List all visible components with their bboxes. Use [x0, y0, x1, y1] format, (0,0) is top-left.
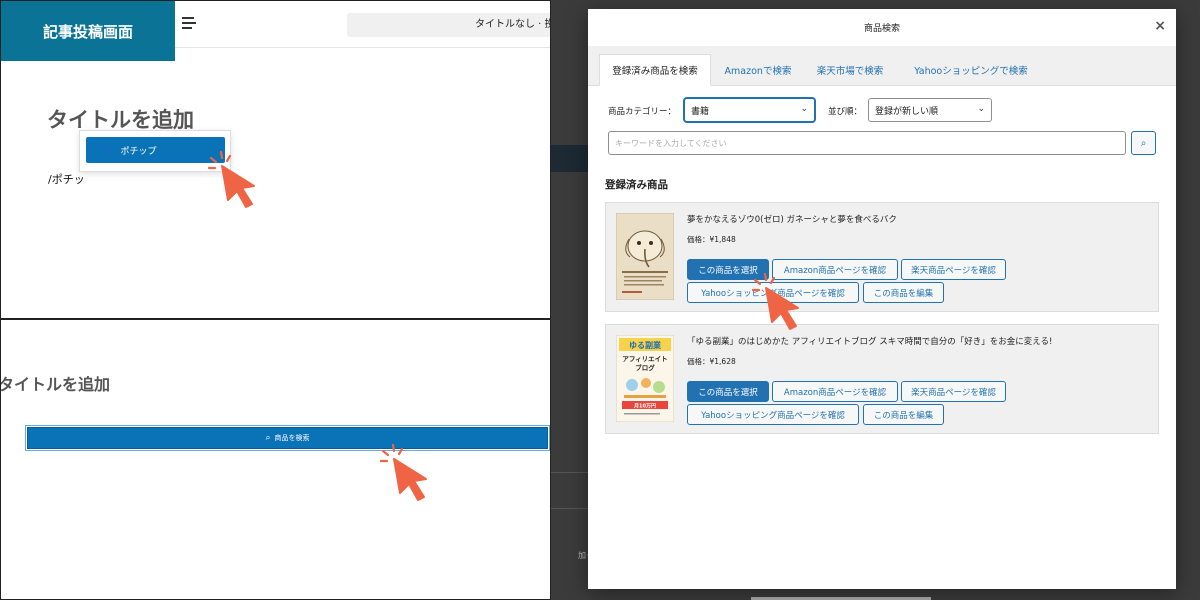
category-value: 書籍 — [691, 106, 710, 117]
close-icon[interactable]: × — [1154, 19, 1166, 33]
sort-label: 並び順： — [828, 107, 863, 117]
inserter-item-pochipp[interactable]: 🐾 ポチップ — [86, 137, 225, 163]
list-view-icon[interactable] — [182, 17, 198, 32]
hand-pointer-click-icon — [208, 150, 255, 208]
inserter-item-label: ポチップ — [120, 146, 157, 157]
cover-title-line1: ゆる副業 — [629, 340, 662, 350]
tab-amazon-search[interactable]: Amazonで検索 — [715, 54, 801, 86]
rakuten-page-button[interactable]: 楽天商品ページを確認 — [901, 381, 1006, 402]
cover-title-line2: アフィリエイト — [622, 355, 667, 363]
sort-select[interactable]: 登録が新しい順 ⌄ — [868, 98, 992, 122]
keyword-search-input[interactable] — [608, 131, 1126, 155]
chevron-down-icon: ⌄ — [800, 104, 808, 114]
tab-registered-search[interactable]: 登録済み商品を検索 — [599, 54, 711, 86]
document-bar[interactable]: タイトルなし · 投稿 — [347, 13, 550, 37]
editor-panel-search-block: タイトルを追加 ⌕ 商品を検索 — [0, 319, 551, 600]
hand-pointer-click-icon — [380, 443, 427, 501]
product-card: 夢をかなえるゾウ0(ゼロ) ガネーシャと夢を食べるバク 価格：¥1,848 この… — [605, 202, 1159, 312]
paw-icon: 🐾 — [99, 144, 112, 156]
search-products-button[interactable]: ⌕ 商品を検索 — [25, 425, 550, 451]
book-cover-image: ゆる副業 アフィリエイト ブログ 月10万円 — [616, 335, 674, 422]
header-divider — [175, 47, 550, 48]
modal-header: 商品検索 × — [588, 9, 1176, 46]
slash-command-text[interactable]: /ポチッ — [48, 171, 85, 187]
product-price: 価格：¥1,628 — [687, 357, 736, 366]
tab-yahoo-search[interactable]: Yahooショッピングで検索 — [901, 54, 1041, 86]
product-price: 価格：¥1,848 — [687, 235, 736, 244]
section-title: 登録済み商品 — [605, 179, 668, 191]
editor-panel-inserter: 記事投稿画面 タイトルなし · 投稿 タイトルを追加 🐾 ポチップ /ポチッ — [0, 0, 551, 319]
select-product-button[interactable]: この商品を選択 — [687, 381, 769, 402]
search-icon: ⌕ — [1140, 137, 1147, 149]
hand-pointer-click-icon — [752, 272, 799, 330]
category-select[interactable]: 書籍 ⌄ — [684, 98, 815, 122]
search-products-label: 商品を検索 — [274, 434, 310, 442]
modal-overlay: 加ってく 商品検索 × 登録済み商品を検索 Amazonで検索 楽天市場で検索 … — [551, 0, 1200, 600]
tab-bar: 登録済み商品を検索 Amazonで検索 楽天市場で検索 Yahooショッピングで… — [588, 46, 1176, 86]
edit-product-button[interactable]: この商品を編集 — [863, 404, 944, 425]
category-label: 商品カテゴリー： — [608, 107, 677, 117]
yahoo-page-button[interactable]: Yahooショッピング商品ページを確認 — [687, 404, 859, 425]
chevron-down-icon: ⌄ — [977, 104, 985, 114]
product-name: 夢をかなえるゾウ0(ゼロ) ガネーシャと夢を食べるバク — [687, 215, 897, 225]
tab-rakuten-search[interactable]: 楽天市場で検索 — [806, 54, 894, 86]
background-bar — [551, 145, 591, 172]
edit-product-button[interactable]: この商品を編集 — [863, 282, 944, 303]
background-divider — [551, 472, 591, 473]
title-placeholder[interactable]: タイトルを追加 — [1, 371, 110, 395]
product-card: ゆる副業 アフィリエイト ブログ 月10万円 「ゆる副業」のはじめかた アフィリ… — [605, 324, 1159, 434]
rakuten-page-button[interactable]: 楽天商品ページを確認 — [901, 259, 1006, 280]
modal-title: 商品検索 — [863, 24, 900, 34]
cover-badge: 月10万円 — [633, 403, 656, 410]
amazon-page-button[interactable]: Amazon商品ページを確認 — [772, 381, 898, 402]
search-icon: ⌕ — [265, 433, 271, 443]
book-cover-image — [616, 213, 674, 300]
panel-tag: 記事投稿画面 — [1, 1, 175, 61]
background-divider — [551, 508, 591, 509]
cover-title-line3: ブログ — [635, 363, 655, 372]
product-name: 「ゆる副業」のはじめかた アフィリエイトブログ スキマ時間で自分の「好き」をお金… — [687, 337, 1053, 347]
sort-value: 登録が新しい順 — [875, 106, 939, 117]
product-search-modal: 商品検索 × 登録済み商品を検索 Amazonで検索 楽天市場で検索 Yahoo… — [588, 9, 1176, 589]
composite-screenshot: 記事投稿画面 タイトルなし · 投稿 タイトルを追加 🐾 ポチップ /ポチッ タ… — [0, 0, 1200, 600]
keyword-search-button[interactable]: ⌕ — [1131, 131, 1156, 155]
